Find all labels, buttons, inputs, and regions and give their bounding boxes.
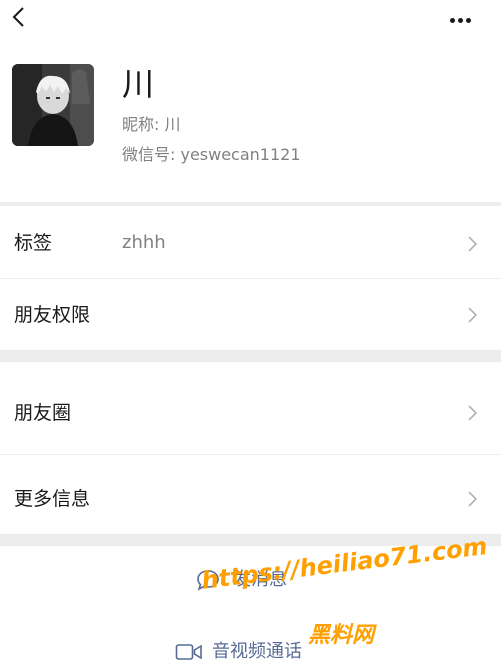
- chevron-right-icon: [468, 491, 478, 507]
- watermark-name: 黑料网: [308, 623, 375, 648]
- tag-row[interactable]: 标签 zhhh: [0, 206, 501, 278]
- more-info-label: 更多信息: [14, 488, 91, 510]
- tag-value: zhhh: [122, 232, 166, 253]
- more-info-row[interactable]: 更多信息: [0, 455, 501, 534]
- moments-label: 朋友圈: [14, 402, 72, 424]
- moments-row[interactable]: 朋友圈: [0, 362, 501, 454]
- video-call-icon: [175, 644, 202, 660]
- chevron-right-icon: [468, 236, 478, 252]
- permissions-row[interactable]: 朋友权限: [0, 279, 501, 350]
- profile-card: 川 昵称: 川 微信号: yeswecan1121: [0, 40, 501, 202]
- nickname: 昵称: 川: [122, 115, 181, 134]
- back-icon[interactable]: [8, 2, 30, 32]
- chevron-right-icon: [468, 405, 478, 421]
- chevron-right-icon: [468, 307, 478, 323]
- permissions-label: 朋友权限: [14, 304, 91, 326]
- avatar[interactable]: [12, 64, 94, 146]
- tag-label: 标签: [14, 232, 53, 254]
- watermark: https://heiliao71.com 黑料网: [200, 532, 490, 653]
- more-icon[interactable]: [450, 8, 478, 23]
- top-bar: [0, 0, 501, 40]
- watermark-url: https://heiliao71.com: [200, 531, 489, 595]
- wechat-id: 微信号: yeswecan1121: [122, 145, 301, 164]
- display-name: 川: [122, 65, 157, 103]
